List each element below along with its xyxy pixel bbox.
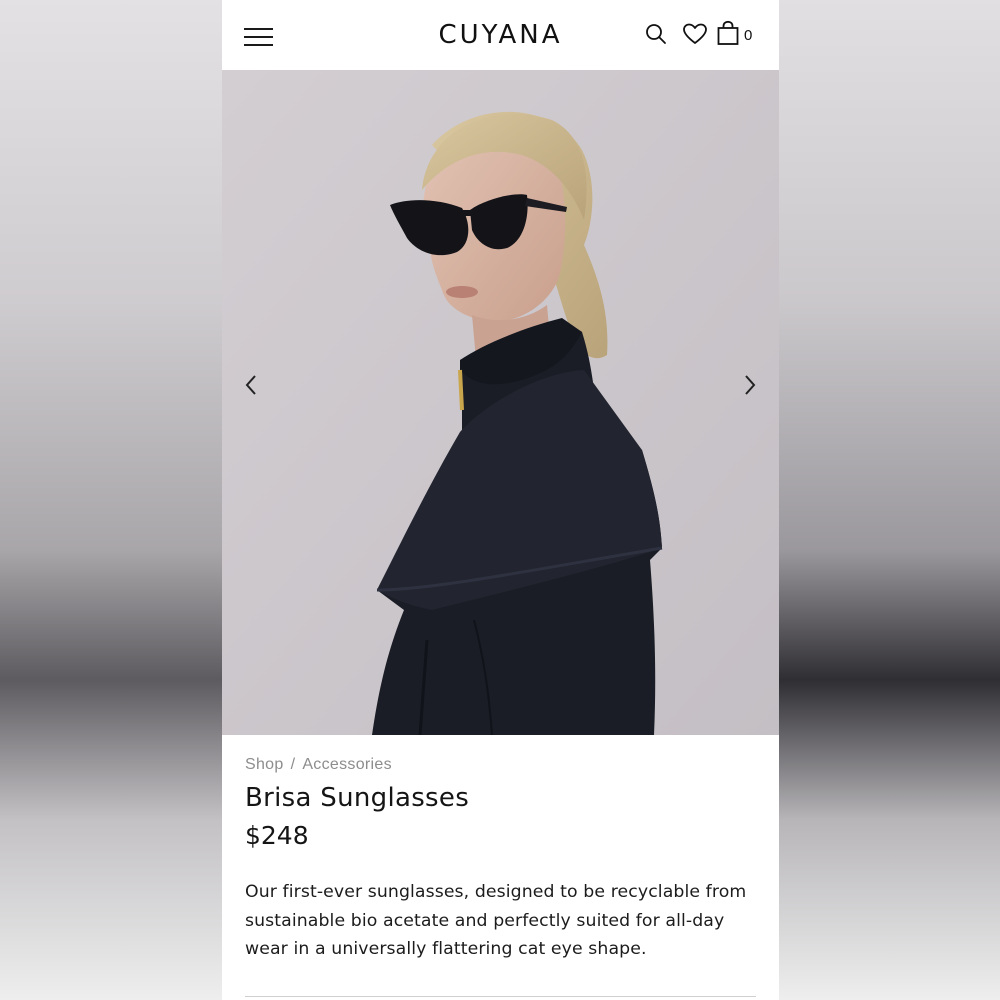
- bag-icon[interactable]: [716, 20, 740, 46]
- search-icon[interactable]: [644, 22, 668, 46]
- product-photo: [222, 70, 779, 735]
- product-description: Our first-ever sunglasses, designed to b…: [245, 882, 747, 959]
- cart-count[interactable]: 0: [744, 27, 752, 44]
- product-image-carousel[interactable]: [222, 70, 779, 735]
- blurred-background-left: [0, 0, 222, 1000]
- breadcrumb-accessories[interactable]: Accessories: [302, 756, 392, 773]
- product-info: Shop / Accessories Brisa Sunglasses $248 O…: [245, 735, 760, 964]
- blurred-background-right: [779, 0, 1000, 1000]
- breadcrumb: Shop / Accessories: [245, 756, 760, 774]
- product-page: CUYANA 0 Shop / Accessories Brisa Sungla…: [222, 0, 779, 1000]
- chevron-right-icon[interactable]: [737, 373, 761, 397]
- product-price: $248: [245, 821, 309, 850]
- breadcrumb-shop[interactable]: Shop: [245, 756, 284, 773]
- chevron-left-icon[interactable]: [240, 373, 264, 397]
- product-title: Brisa Sunglasses: [245, 783, 470, 813]
- divider: [245, 996, 756, 997]
- heart-icon[interactable]: [682, 22, 708, 46]
- site-header: CUYANA 0: [222, 0, 779, 71]
- breadcrumb-separator: /: [290, 756, 296, 773]
